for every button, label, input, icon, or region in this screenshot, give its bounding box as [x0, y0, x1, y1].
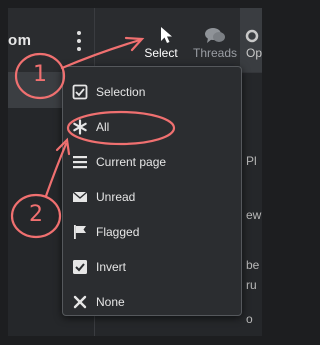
folder-header: om [8, 8, 94, 72]
menu-item-label: Selection [96, 85, 146, 99]
menu-item-label: Invert [96, 260, 127, 274]
menu-item-label: Flagged [96, 225, 140, 239]
gear-icon [245, 29, 259, 43]
envelope-icon [72, 191, 88, 202]
menu-item-label: All [96, 120, 110, 134]
folder-title: om [8, 32, 32, 49]
annotation-step-1: 1 [33, 62, 47, 87]
menu-item-selection[interactable]: Selection [63, 75, 241, 110]
checked-box-icon [73, 260, 87, 274]
menu-item-flagged[interactable]: Flagged [63, 215, 241, 250]
background-text: be [246, 258, 260, 272]
menu-item-all[interactable]: All [63, 110, 241, 145]
asterisk-icon [73, 119, 87, 135]
select-label: Select [144, 46, 178, 60]
menu-item-none[interactable]: None [63, 285, 241, 320]
threads-button[interactable]: Threads [187, 8, 243, 72]
annotation-step-2: 2 [29, 202, 43, 227]
background-text: o [246, 312, 253, 326]
options-label: Op [246, 46, 262, 60]
menu-item-label: Unread [96, 190, 136, 204]
toolbar: Select Threads Op [95, 8, 262, 72]
chat-bubbles-icon [205, 28, 225, 43]
select-button[interactable]: Select [141, 8, 181, 72]
menu-item-label: None [96, 295, 125, 309]
cursor-icon [161, 27, 172, 43]
menu-item-current-page[interactable]: Current page [63, 145, 241, 180]
menu-item-unread[interactable]: Unread [63, 180, 241, 215]
options-button[interactable]: Op [240, 8, 262, 72]
background-text: ew [246, 208, 262, 222]
background-text: ru [246, 278, 257, 292]
threads-label: Threads [192, 46, 238, 60]
more-options-icon[interactable] [74, 28, 84, 54]
x-icon [73, 295, 87, 309]
select-menu: Selection All Current page Unread Flagge… [62, 66, 242, 316]
lines-icon [73, 156, 87, 169]
background-text: Pl [246, 154, 257, 168]
menu-item-invert[interactable]: Invert [63, 250, 241, 285]
menu-item-label: Current page [96, 155, 167, 169]
flag-icon [74, 225, 86, 239]
checkbox-icon [72, 84, 88, 100]
